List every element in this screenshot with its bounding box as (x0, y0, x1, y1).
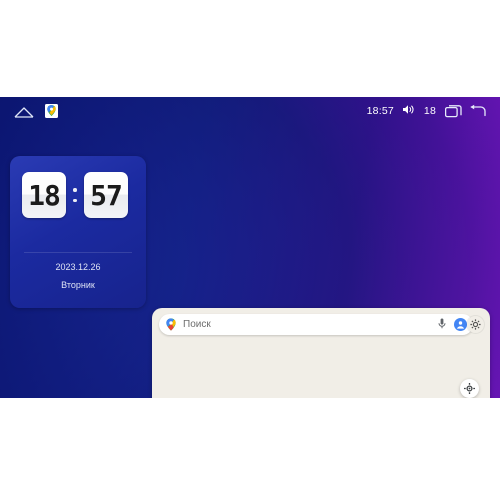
back-icon[interactable] (469, 104, 486, 117)
flip-clock: 18 57 (22, 172, 134, 218)
account-avatar-icon[interactable] (454, 318, 467, 331)
status-bar-left (0, 103, 58, 118)
status-time: 18:57 (366, 104, 394, 117)
locate-me-button[interactable] (460, 379, 479, 398)
speaker-icon[interactable] (402, 104, 415, 118)
search-input[interactable]: Поиск (183, 319, 211, 330)
volume-level: 18 (423, 104, 436, 117)
maps-widget[interactable]: Поиск СТАРТ Google (152, 308, 490, 398)
map-canvas[interactable]: СТАРТ Google (152, 339, 490, 398)
map-search-bar[interactable]: Поиск (159, 314, 473, 335)
clock-minutes: 57 (84, 172, 128, 218)
map-pin-icon (166, 318, 176, 331)
map-settings-button[interactable] (467, 316, 484, 333)
microphone-icon[interactable] (438, 316, 446, 334)
clock-hours: 18 (22, 172, 66, 218)
locate-me-icon (464, 383, 475, 394)
google-maps-icon[interactable] (45, 103, 58, 118)
home-icon[interactable] (14, 105, 34, 118)
recents-icon[interactable] (444, 104, 462, 117)
status-bar-right: 18:57 18 (367, 104, 500, 118)
clock-date: 2023.12.26 (55, 262, 101, 272)
car-head-unit-home-screen: 18:57 18 18 57 2023.12.26 Вторник Поиск (0, 97, 500, 398)
clock-colon (69, 188, 81, 202)
clock-divider (24, 252, 132, 253)
clock-widget[interactable]: 18 57 2023.12.26 Вторник (10, 156, 146, 308)
clock-weekday: Вторник (61, 280, 95, 290)
status-bar: 18:57 18 (0, 97, 500, 124)
gear-icon (470, 319, 481, 330)
